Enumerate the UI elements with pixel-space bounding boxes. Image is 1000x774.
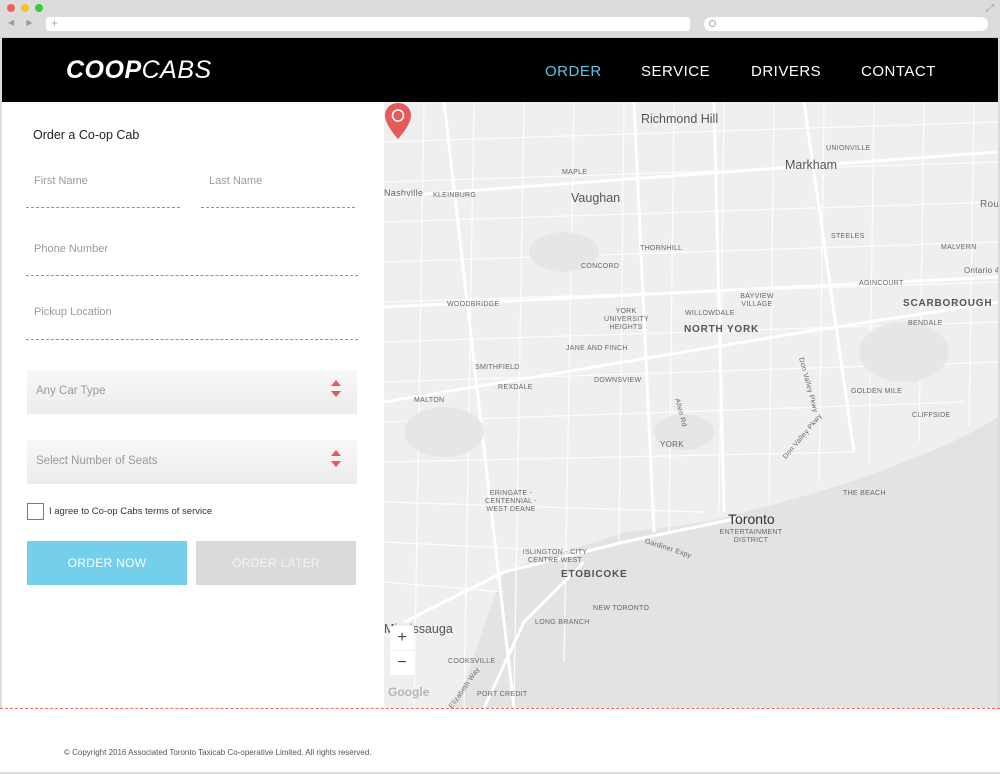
map-label-bayview-village: BAYVIEW VILLAGE xyxy=(740,293,774,308)
car-type-select[interactable]: Any Car Type xyxy=(27,370,357,414)
seats-select[interactable]: Select Number of Seats xyxy=(27,440,357,484)
map-label-scarborough: SCARBOROUGH xyxy=(903,298,993,309)
close-window-dot[interactable] xyxy=(7,4,15,12)
map-label-woodbridge: WOODBRIDGE xyxy=(447,301,500,308)
map-label-steeles: STEELES xyxy=(831,233,865,240)
map-label-smithfield: SMITHFIELD xyxy=(475,364,520,371)
map-label-kleinburg: KLEINBURG xyxy=(433,192,477,199)
map-label-maple: MAPLE xyxy=(562,169,588,176)
new-tab-icon[interactable]: + xyxy=(51,16,58,30)
map-label-toronto: Toronto xyxy=(728,511,775,527)
map-label-golden-mile: GOLDEN MILE xyxy=(851,388,903,395)
google-logo: Google xyxy=(388,685,430,699)
map-label-ontario: Ontario 4 xyxy=(964,266,998,275)
map-label-long-branch: LONG BRANCH xyxy=(535,619,590,626)
address-bar[interactable]: + xyxy=(46,16,690,31)
map-label-malton: MALTON xyxy=(414,397,445,404)
pickup-location-placeholder: Pickup Location xyxy=(34,306,112,318)
map-label-downsview: DOWNSVIEW xyxy=(594,377,642,384)
map-label-markham: Markham xyxy=(785,158,838,172)
browser-chrome: ◀ ▶ + ⤢ xyxy=(0,0,1000,38)
copyright-text: © Copyright 2016 Associated Toronto Taxi… xyxy=(64,748,372,757)
pickup-location-field[interactable]: Pickup Location xyxy=(26,299,358,340)
map-label-etobicoke: ETOBICOKE xyxy=(561,569,628,580)
map-label-cliffside: CLIFFSIDE xyxy=(912,412,951,419)
search-icon xyxy=(709,20,716,27)
nav-contact[interactable]: CONTACT xyxy=(861,63,936,80)
map-label-nashville: Nashville xyxy=(384,188,424,198)
nav-service[interactable]: SERVICE xyxy=(641,63,710,80)
map-label-islington: ISLINGTON - CITY CENTRE WEST xyxy=(522,549,588,564)
fullscreen-icon[interactable]: ⤢ xyxy=(986,3,994,14)
order-later-button[interactable]: ORDER LATER xyxy=(196,541,356,585)
terms-label: I agree to Co-op Cabs terms of service xyxy=(49,506,213,517)
first-name-placeholder: First Name xyxy=(34,175,88,187)
form-title: Order a Co-op Cab xyxy=(33,128,140,142)
map-label-york: YORK xyxy=(660,440,684,449)
minimize-window-dot[interactable] xyxy=(21,4,29,12)
nav-drivers[interactable]: DRIVERS xyxy=(751,63,821,80)
last-name-placeholder: Last Name xyxy=(209,175,263,187)
seats-value: Select Number of Seats xyxy=(36,455,158,467)
map-pin-icon[interactable] xyxy=(384,102,412,140)
zoom-in-button[interactable]: + xyxy=(390,626,414,650)
select-arrows-icon xyxy=(331,380,343,397)
map-view[interactable]: Richmond Hill UNIONVILLE Markham MAPLE N… xyxy=(384,102,998,708)
map-label-thornhill: THORNHILL xyxy=(640,245,683,252)
site-header: COOPCABS ORDER SERVICE DRIVERS CONTACT xyxy=(2,38,998,102)
coop-cabs-logo[interactable]: COOPCABS xyxy=(66,56,212,85)
car-type-value: Any Car Type xyxy=(36,385,106,397)
zoom-out-button[interactable]: − xyxy=(390,651,414,675)
site-footer: © Copyright 2016 Associated Toronto Taxi… xyxy=(0,709,1000,774)
map-label-vaughan: Vaughan xyxy=(571,191,621,205)
map-label-richmond-hill: Richmond Hill xyxy=(641,112,719,126)
order-now-button[interactable]: ORDER NOW xyxy=(27,541,187,585)
map-label-north-york: NORTH YORK xyxy=(684,324,760,335)
map-label-unionville: UNIONVILLE xyxy=(826,145,871,152)
map-label-entertainment-district: ENTERTAINMENT DISTRICT xyxy=(719,529,783,544)
map-label-willowdale: WILLOWDALE xyxy=(685,310,735,317)
order-form-panel: Order a Co-op Cab First Name Last Name P… xyxy=(2,102,384,708)
last-name-field[interactable]: Last Name xyxy=(201,168,355,208)
phone-number-field[interactable]: Phone Number xyxy=(26,236,358,276)
back-forward-icon[interactable]: ◀ ▶ xyxy=(8,18,38,27)
browser-search-bar[interactable] xyxy=(704,17,988,31)
map-label-jane-and-finch: JANE AND FINCH xyxy=(566,345,628,352)
select-arrows-icon xyxy=(331,450,343,467)
map-label-agincourt: AGINCOURT xyxy=(859,280,904,287)
map-label-bendale: BENDALE xyxy=(908,320,943,327)
map-label-malvern: MALVERN xyxy=(941,244,977,251)
map-label-cooksville: COOKSVILLE xyxy=(448,658,496,665)
map-label-york-university: YORK UNIVERSITY HEIGHTS xyxy=(604,308,650,331)
map-label-rou: Rou xyxy=(980,199,998,210)
phone-number-placeholder: Phone Number xyxy=(34,243,108,255)
map-label-concord: CONCORD xyxy=(581,263,620,270)
map-label-eringate: ERINGATE - CENTENNIAL - WEST DEANE xyxy=(485,490,537,513)
maximize-window-dot[interactable] xyxy=(35,4,43,12)
nav-order[interactable]: ORDER xyxy=(545,63,602,80)
map-label-rexdale: REXDALE xyxy=(498,384,533,391)
terms-checkbox[interactable] xyxy=(27,503,44,520)
first-name-field[interactable]: First Name xyxy=(26,168,180,208)
map-label-the-beach: THE BEACH xyxy=(843,490,886,497)
map-label-new-toronto: NEW TORONTO xyxy=(593,605,650,612)
map-label-port-credit: PORT CREDIT xyxy=(477,691,528,698)
